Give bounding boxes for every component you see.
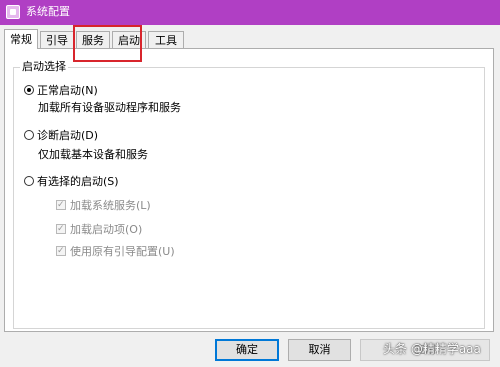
load-startup-items-checkbox[interactable]: 加载启动项(O) xyxy=(56,222,143,237)
selective-startup-radio[interactable]: 有选择的启动(S) xyxy=(24,175,119,189)
watermark: 头条 @精精学aaa xyxy=(383,342,481,356)
tab-general[interactable]: 常规 xyxy=(4,29,38,49)
use-original-boot-config-label: 使用原有引导配置(U) xyxy=(70,245,175,258)
window-title: 系统配置 xyxy=(26,5,70,18)
cancel-button[interactable]: 取消 xyxy=(288,339,351,361)
tab-tools[interactable]: 工具 xyxy=(148,31,184,48)
load-startup-items-label: 加载启动项(O) xyxy=(70,223,143,236)
radio-icon xyxy=(24,176,34,186)
normal-startup-radio[interactable]: 正常启动(N) xyxy=(24,84,98,98)
load-system-services-checkbox[interactable]: 加载系统服务(L) xyxy=(56,198,151,213)
group-legend: 启动选择 xyxy=(20,60,68,74)
ok-button[interactable]: 确定 xyxy=(215,339,279,361)
selective-startup-label: 有选择的启动(S) xyxy=(37,175,119,188)
diagnostic-startup-label: 诊断启动(D) xyxy=(37,129,99,142)
diagnostic-startup-radio[interactable]: 诊断启动(D) xyxy=(24,129,98,143)
load-system-services-label: 加载系统服务(L) xyxy=(70,199,151,212)
radio-checked-icon xyxy=(24,85,34,95)
checkbox-checked-icon xyxy=(56,222,66,236)
checkbox-checked-icon xyxy=(56,198,66,212)
normal-startup-desc: 加载所有设备驱动程序和服务 xyxy=(38,101,181,114)
use-original-boot-config-checkbox[interactable]: 使用原有引导配置(U) xyxy=(56,244,175,259)
general-panel: 启动选择 正常启动(N) 加载所有设备驱动程序和服务 诊断启动(D) 仅加载基本… xyxy=(4,48,494,332)
checkbox-checked-icon xyxy=(56,244,66,258)
highlight-box xyxy=(73,25,142,62)
normal-startup-label: 正常启动(N) xyxy=(37,84,98,97)
radio-icon xyxy=(24,130,34,140)
system-config-icon xyxy=(6,5,20,19)
tab-boot[interactable]: 引导 xyxy=(40,31,74,48)
startup-selection-group: 启动选择 正常启动(N) 加载所有设备驱动程序和服务 诊断启动(D) 仅加载基本… xyxy=(13,60,485,329)
diagnostic-startup-desc: 仅加载基本设备和服务 xyxy=(38,148,148,161)
title-bar: 系统配置 xyxy=(0,0,500,25)
